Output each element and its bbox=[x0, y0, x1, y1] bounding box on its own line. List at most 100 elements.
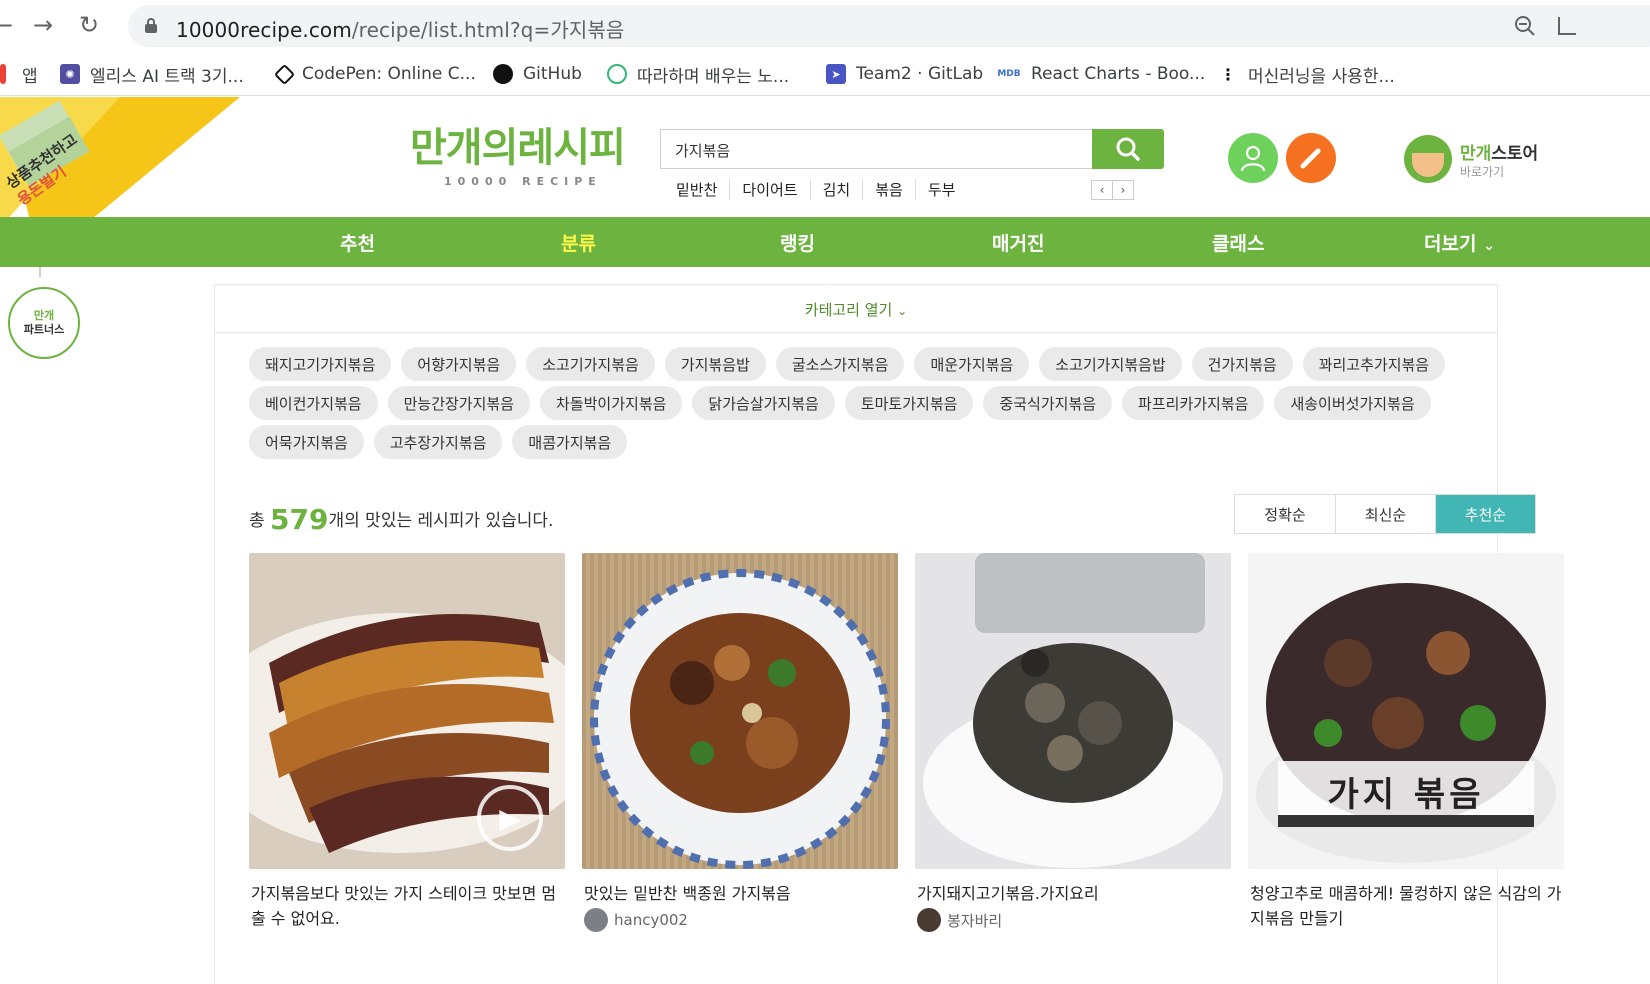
tag-chip[interactable]: 토마토가지볶음 bbox=[844, 386, 974, 420]
bookmark-github[interactable]: GitHub bbox=[493, 60, 582, 88]
nav-item-magazine[interactable]: 매거진 bbox=[992, 229, 1044, 256]
tag-chip[interactable]: 만능간장가지볶음 bbox=[387, 386, 531, 420]
bookmark-tutorial[interactable]: 따라하며 배우는 노... bbox=[607, 60, 789, 88]
tag-chip[interactable]: 중국식가지볶음 bbox=[983, 386, 1113, 420]
tag-chip[interactable]: 매운가지볶음 bbox=[914, 347, 1030, 381]
pencil-icon bbox=[1300, 148, 1321, 169]
chevron-down-icon: ⌄ bbox=[1483, 238, 1495, 254]
play-icon[interactable]: ▶ bbox=[477, 785, 543, 851]
nav-item-more[interactable]: 더보기 ⌄ bbox=[1424, 229, 1495, 256]
tag-chip[interactable]: 어묵가지볶음 bbox=[249, 425, 364, 459]
write-recipe-button[interactable] bbox=[1286, 133, 1336, 183]
search-input[interactable]: 가지볶음 bbox=[660, 129, 1092, 169]
partners-badge[interactable]: 만개 파트너스 bbox=[8, 287, 80, 359]
tag-chip[interactable]: 새송이버섯가지볶음 bbox=[1274, 386, 1431, 420]
chart-extension-icon[interactable] bbox=[1558, 17, 1576, 35]
nav-item-category[interactable]: 분류 bbox=[561, 229, 596, 256]
search-button[interactable] bbox=[1092, 129, 1164, 169]
tag-chip[interactable]: 매콤가지볶음 bbox=[512, 425, 628, 459]
zoom-icon[interactable] bbox=[1514, 15, 1536, 37]
recipe-site: 상품추천하고 용돈벌기 만개 파트너스 만개의레시피 10000 RECIPE … bbox=[0, 97, 1650, 984]
sort-latest[interactable]: 최신순 bbox=[1335, 495, 1435, 533]
recipe-author[interactable]: 봉자바리 bbox=[915, 908, 1231, 932]
nav-item-ranking[interactable]: 랭킹 bbox=[780, 229, 815, 256]
recipe-card[interactable]: 가지돼지고기볶음.가지요리 봉자바리 bbox=[915, 553, 1231, 932]
recipe-title[interactable]: 가지볶음보다 맛있는 가지 스테이크 맛보면 멈출 수 없어요. bbox=[249, 881, 565, 931]
sort-recommended[interactable]: 추천순 bbox=[1435, 495, 1535, 533]
reload-icon[interactable]: ↻ bbox=[74, 10, 104, 40]
tag-chip[interactable]: 차돌박이가지볶음 bbox=[540, 386, 683, 420]
nav-item-class[interactable]: 클래스 bbox=[1212, 229, 1264, 256]
url-text[interactable]: 10000recipe.com/recipe/list.html?q=가지볶음 bbox=[176, 14, 624, 43]
tag-chip[interactable]: 건가지볶음 bbox=[1191, 347, 1293, 381]
keyword-link[interactable]: 밑반찬 bbox=[676, 179, 729, 200]
store-link[interactable]: 만개스토어 bbox=[1460, 139, 1538, 164]
recipe-thumbnail[interactable]: 가지 볶음 bbox=[1248, 553, 1564, 869]
dots-icon: ⋮ bbox=[1218, 64, 1238, 84]
codepen-icon bbox=[273, 63, 296, 85]
avatar bbox=[917, 908, 941, 932]
sort-accuracy[interactable]: 정확순 bbox=[1235, 495, 1335, 533]
tag-chip[interactable]: 닭가슴살가지볶음 bbox=[692, 386, 835, 420]
github-icon bbox=[493, 64, 513, 84]
store-sub-label: 바로가기 bbox=[1460, 165, 1505, 179]
main-nav: 추천 분류 랭킹 매거진 클래스 더보기 ⌄ bbox=[0, 217, 1650, 267]
bookmark-mdb[interactable]: MDB React Charts - Boo... bbox=[997, 60, 1205, 88]
tag-chip[interactable]: 소고기가지볶음밥 bbox=[1039, 347, 1182, 381]
keyword-link[interactable]: 볶음 bbox=[862, 179, 915, 200]
browser-toolbar: ← → ↻ 10000recipe.com/recipe/list.html?q… bbox=[0, 0, 1650, 52]
keyword-link[interactable]: 다이어트 bbox=[729, 179, 809, 200]
bookmarks-bar: 앱 ✺ 엘리스 AI 트랙 3기... CodePen: Online C...… bbox=[0, 52, 1650, 96]
recipe-author[interactable]: hancy002 bbox=[582, 908, 898, 932]
recipe-cards: ▶ 가지볶음보다 맛있는 가지 스테이크 맛보면 멈출 수 없어요. 맛있는 밑… bbox=[249, 553, 1581, 932]
search-icon bbox=[1116, 137, 1140, 161]
elice-icon: ✺ bbox=[60, 64, 80, 84]
double-chevron-down-icon: ⌄ bbox=[897, 304, 908, 318]
recipe-title[interactable]: 가지돼지고기볶음.가지요리 bbox=[915, 881, 1231, 906]
store-icon[interactable] bbox=[1404, 135, 1452, 183]
tag-chip[interactable]: 소고기가지볶음 bbox=[526, 347, 655, 381]
recipe-card[interactable]: ▶ 가지볶음보다 맛있는 가지 스테이크 맛보면 멈출 수 없어요. bbox=[249, 553, 565, 932]
recipe-title[interactable]: 맛있는 밑반찬 백종원 가지볶음 bbox=[582, 881, 898, 906]
back-icon[interactable]: ← bbox=[0, 10, 18, 40]
forward-icon[interactable]: → bbox=[28, 10, 58, 40]
category-toggle[interactable]: 카테고리 열기 ⌄ bbox=[215, 285, 1497, 333]
tag-chip[interactable]: 어향가지볶음 bbox=[401, 347, 517, 381]
sort-tabs: 정확순 최신순 추천순 bbox=[1234, 494, 1536, 534]
bookmark-ml[interactable]: ⋮ 머신러닝을 사용한... bbox=[1218, 60, 1395, 88]
recipe-thumbnail[interactable] bbox=[582, 553, 898, 869]
chevron-left-icon[interactable]: ‹ bbox=[1091, 180, 1113, 200]
tag-chip[interactable]: 굴소스가지볶음 bbox=[775, 347, 905, 381]
recipe-thumbnail[interactable] bbox=[915, 553, 1231, 869]
tag-chip[interactable]: 꽈리고추가지볶음 bbox=[1302, 347, 1446, 381]
tag-chip[interactable]: 고추장가지볶음 bbox=[373, 425, 503, 459]
keyword-link[interactable]: 두부 bbox=[914, 179, 968, 200]
tag-chip[interactable]: 가지볶음밥 bbox=[664, 347, 766, 381]
recipe-list-panel: 카테고리 열기 ⌄ 돼지고기가지볶음 어향가지볶음 소고기가지볶음 가지볶음밥 … bbox=[214, 284, 1564, 984]
bookmark-elice[interactable]: ✺ 엘리스 AI 트랙 3기... bbox=[60, 60, 244, 88]
chevron-right-icon[interactable]: › bbox=[1112, 180, 1134, 200]
recipe-title[interactable]: 청양고추로 매콤하게! 물컹하지 않은 식감의 가지볶음 만들기 bbox=[1248, 881, 1564, 931]
recipe-card[interactable]: 맛있는 밑반찬 백종원 가지볶음 hancy002 bbox=[582, 553, 898, 932]
keyword-pager: ‹ › bbox=[1091, 180, 1134, 200]
login-button[interactable] bbox=[1228, 133, 1278, 183]
avatar bbox=[584, 908, 608, 932]
recipe-card[interactable]: 가지 볶음 청양고추로 매콤하게! 물컹하지 않은 식감의 가지볶음 만들기 bbox=[1248, 553, 1564, 932]
apps-grid-icon bbox=[0, 64, 6, 84]
popular-keywords: 밑반찬 다이어트 김치 볶음 두부 bbox=[676, 179, 967, 200]
bookmark-gitlab[interactable]: ➤ Team2 · GitLab bbox=[826, 60, 983, 88]
keyword-link[interactable]: 김치 bbox=[809, 179, 863, 200]
address-bar[interactable]: 10000recipe.com/recipe/list.html?q=가지볶음 bbox=[128, 5, 1650, 47]
site-logo[interactable]: 만개의레시피 bbox=[410, 115, 626, 173]
tutorial-icon bbox=[607, 64, 627, 84]
result-count: 총 579개의 맛있는 레시피가 있습니다. bbox=[249, 503, 554, 536]
nav-item-recommend[interactable]: 추천 bbox=[340, 229, 375, 256]
site-logo-sub: 10000 RECIPE bbox=[444, 175, 602, 188]
bookmark-codepen[interactable]: CodePen: Online C... bbox=[273, 60, 476, 88]
recipe-thumbnail[interactable]: ▶ bbox=[249, 553, 565, 869]
bookmark-apps[interactable]: 앱 bbox=[0, 60, 38, 88]
tag-chip[interactable]: 베이컨가지볶음 bbox=[249, 386, 378, 420]
tag-chip[interactable]: 돼지고기가지볶음 bbox=[249, 347, 392, 381]
mdb-icon: MDB bbox=[997, 64, 1021, 84]
tag-chip[interactable]: 파프리카가지볶음 bbox=[1122, 386, 1265, 420]
